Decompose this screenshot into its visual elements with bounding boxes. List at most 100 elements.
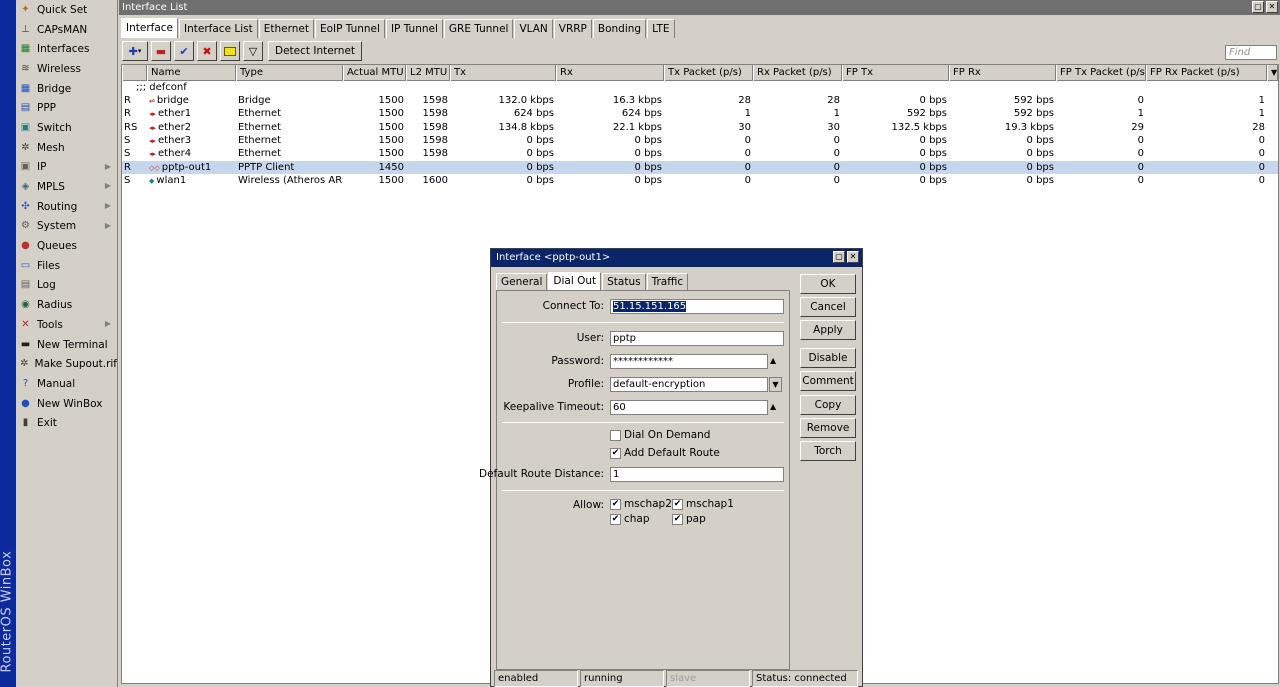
remove-button[interactable]: Remove	[800, 418, 856, 438]
profile-select[interactable]: default-encryption	[610, 377, 768, 392]
sidebar-item-manual[interactable]: ? Manual	[16, 374, 117, 394]
column-header[interactable]: L2 MTU	[406, 65, 450, 81]
allow-pap-checkbox[interactable]: ✔	[672, 514, 683, 525]
remove-button[interactable]: ▬	[151, 41, 171, 61]
maximize-button[interactable]: ▢	[1252, 1, 1264, 13]
detect-internet-button[interactable]: Detect Internet	[268, 41, 363, 61]
column-header[interactable]: Tx Packet (p/s)	[664, 65, 753, 81]
sidebar-item-quick-set[interactable]: ✦ Quick Set	[16, 0, 117, 20]
column-header[interactable]	[122, 65, 147, 81]
tab-interface[interactable]: Interface	[121, 18, 179, 38]
dialog-tab-status[interactable]: Status	[602, 273, 646, 290]
table-cell-name: ◂▸ ether4	[147, 147, 236, 160]
user-label: User:	[576, 332, 604, 344]
sidebar-item-files[interactable]: ▭ Files	[16, 256, 117, 276]
dial-on-demand-checkbox[interactable]	[610, 430, 621, 441]
table-row[interactable]: S ◂▸ ether3 Ethernet 1500 1598 0 bps 0 bps 0 0 0 b…	[122, 134, 1278, 147]
tab-vlan[interactable]: VLAN	[514, 19, 553, 38]
close-button[interactable]: ✕	[1266, 1, 1278, 13]
table-row[interactable]: RS ◂▸ ether2 Ethernet 1500 1598 134.8 kbps 22.1…	[122, 121, 1278, 134]
column-header[interactable]: Tx	[450, 65, 556, 81]
sidebar-item-mesh[interactable]: ✲ Mesh	[16, 138, 117, 158]
tab-ethernet[interactable]: Ethernet	[258, 19, 314, 38]
apply-button[interactable]: Apply	[800, 320, 856, 340]
dialog-tab-traffic[interactable]: Traffic	[646, 273, 689, 290]
password-toggle-icon[interactable]: ▲	[770, 356, 776, 365]
column-header[interactable]: Name	[147, 65, 236, 81]
radius-icon: ◉	[21, 299, 30, 311]
sidebar-item-log[interactable]: ▤ Log	[16, 276, 117, 296]
table-row[interactable]: S◆wlan1Wireless (Atheros AR9...150016000…	[122, 174, 1278, 187]
tab-vrrp[interactable]: VRRP	[553, 19, 592, 38]
tab-gre-tunnel[interactable]: GRE Tunnel	[443, 19, 514, 38]
column-header[interactable]: Type	[236, 65, 343, 81]
torch-button[interactable]: Torch	[800, 441, 856, 461]
table-row[interactable]: R ◇◇ pptp-out1 PPTP Client 1450 0 bps 0 bps 0 0 0…	[122, 160, 1278, 174]
table-row[interactable]: R ◂▸ ether1 Ethernet 1500 1598 624 bps 624 bps 1…	[122, 107, 1278, 120]
tab-ip-tunnel[interactable]: IP Tunnel	[385, 19, 443, 38]
column-header[interactable]: Actual MTU	[343, 65, 406, 81]
column-header[interactable]: Rx	[556, 65, 664, 81]
connect-to-field[interactable]: 51.15.151.165	[610, 299, 784, 314]
sidebar-item-exit[interactable]: ▮ Exit	[16, 413, 117, 433]
sidebar-item-switch[interactable]: ▣ Switch	[16, 118, 117, 138]
filter-button[interactable]: ▽	[243, 41, 263, 61]
sidebar-item-ppp[interactable]: ▤ PPP	[16, 98, 117, 118]
allow-chap-checkbox[interactable]: ✔	[610, 514, 621, 525]
enable-button[interactable]: ✔	[174, 41, 194, 61]
window-titlebar[interactable]: Interface List ▢ ✕	[119, 0, 1280, 15]
default-route-distance-field[interactable]: 1	[610, 467, 784, 482]
column-header[interactable]: FP Tx Packet (p/s)	[1056, 65, 1146, 81]
cancel-button[interactable]: Cancel	[800, 297, 856, 317]
password-field[interactable]: ************	[610, 354, 768, 369]
sidebar-item-new-terminal[interactable]: ▬ New Terminal	[16, 335, 117, 355]
table-cell-rx: 0 bps	[634, 174, 662, 186]
column-header[interactable]: Rx Packet (p/s)	[753, 65, 842, 81]
sidebar-item-new-winbox[interactable]: ● New WinBox	[16, 394, 117, 414]
dialog-tab-general[interactable]: General	[496, 273, 548, 290]
sidebar-item-tools[interactable]: ✕ Tools ▶	[16, 315, 117, 335]
keepalive-field[interactable]: 60	[610, 400, 768, 415]
sidebar-item-radius[interactable]: ◉ Radius	[16, 295, 117, 315]
sidebar-item-mpls[interactable]: ◈ MPLS ▶	[16, 177, 117, 197]
column-menu-icon[interactable]: ▼	[1267, 65, 1278, 81]
copy-button[interactable]: Copy	[800, 395, 856, 415]
sidebar-item-interfaces[interactable]: ▦ Interfaces	[16, 39, 117, 59]
user-field[interactable]: pptp	[610, 331, 784, 346]
table-row[interactable]: R ⇌ bridge Bridge 1500 1598 132.0 kbps 16.3 kbp…	[122, 94, 1278, 107]
column-header[interactable]: FP Rx	[949, 65, 1056, 81]
comment-button[interactable]: Comment	[800, 371, 856, 391]
sidebar-item-bridge[interactable]: ▦ Bridge	[16, 79, 117, 99]
dialog-close-button[interactable]: ✕	[847, 251, 859, 263]
sidebar-item-routing[interactable]: ✣ Routing ▶	[16, 197, 117, 217]
disable-button[interactable]: ✖	[197, 41, 217, 61]
sidebar-item-wireless[interactable]: ≋ Wireless	[16, 59, 117, 79]
table-cell-fptx: 592 bps	[906, 108, 947, 120]
add-default-route-checkbox[interactable]: ✔	[610, 448, 621, 459]
profile-dropdown-icon[interactable]: ▼	[769, 377, 782, 392]
column-header[interactable]: FP Rx Packet (p/s)	[1146, 65, 1267, 81]
sidebar-item-capsman[interactable]: ⊥ CAPsMAN	[16, 20, 117, 40]
allow-mschap2-checkbox[interactable]: ✔	[610, 499, 621, 510]
table-row[interactable]: S ◂▸ ether4 Ethernet 1500 1598 0 bps 0 bps 0 0 0 b…	[122, 147, 1278, 160]
keepalive-toggle-icon[interactable]: ▲	[770, 402, 776, 411]
sidebar-item-ip[interactable]: ▣ IP ▶	[16, 158, 117, 178]
tab-lte[interactable]: LTE	[647, 19, 675, 38]
sidebar-item-make-supout-rif[interactable]: ✲ Make Supout.rif	[16, 354, 117, 374]
find-input[interactable]: Find	[1225, 45, 1277, 60]
comment-button[interactable]	[220, 41, 240, 61]
disable-button[interactable]: Disable	[800, 348, 856, 368]
sidebar-item-system[interactable]: ⚙ System ▶	[16, 217, 117, 237]
dialog-tab-dial-out[interactable]: Dial Out	[548, 272, 602, 290]
tab-interface-list[interactable]: Interface List	[179, 19, 258, 38]
files-icon: ▭	[20, 259, 31, 271]
tab-eoip-tunnel[interactable]: EoIP Tunnel	[314, 19, 385, 38]
tab-bonding[interactable]: Bonding	[592, 19, 647, 38]
dialog-titlebar[interactable]: Interface <pptp-out1> ▢ ✕	[491, 249, 862, 267]
add-button[interactable]: ✚ ▾	[122, 41, 148, 61]
allow-mschap1-checkbox[interactable]: ✔	[672, 499, 683, 510]
sidebar-item-queues[interactable]: ● Queues	[16, 236, 117, 256]
dialog-maximize-button[interactable]: ▢	[833, 251, 845, 263]
column-header[interactable]: FP Tx	[842, 65, 949, 81]
ok-button[interactable]: OK	[800, 274, 856, 294]
